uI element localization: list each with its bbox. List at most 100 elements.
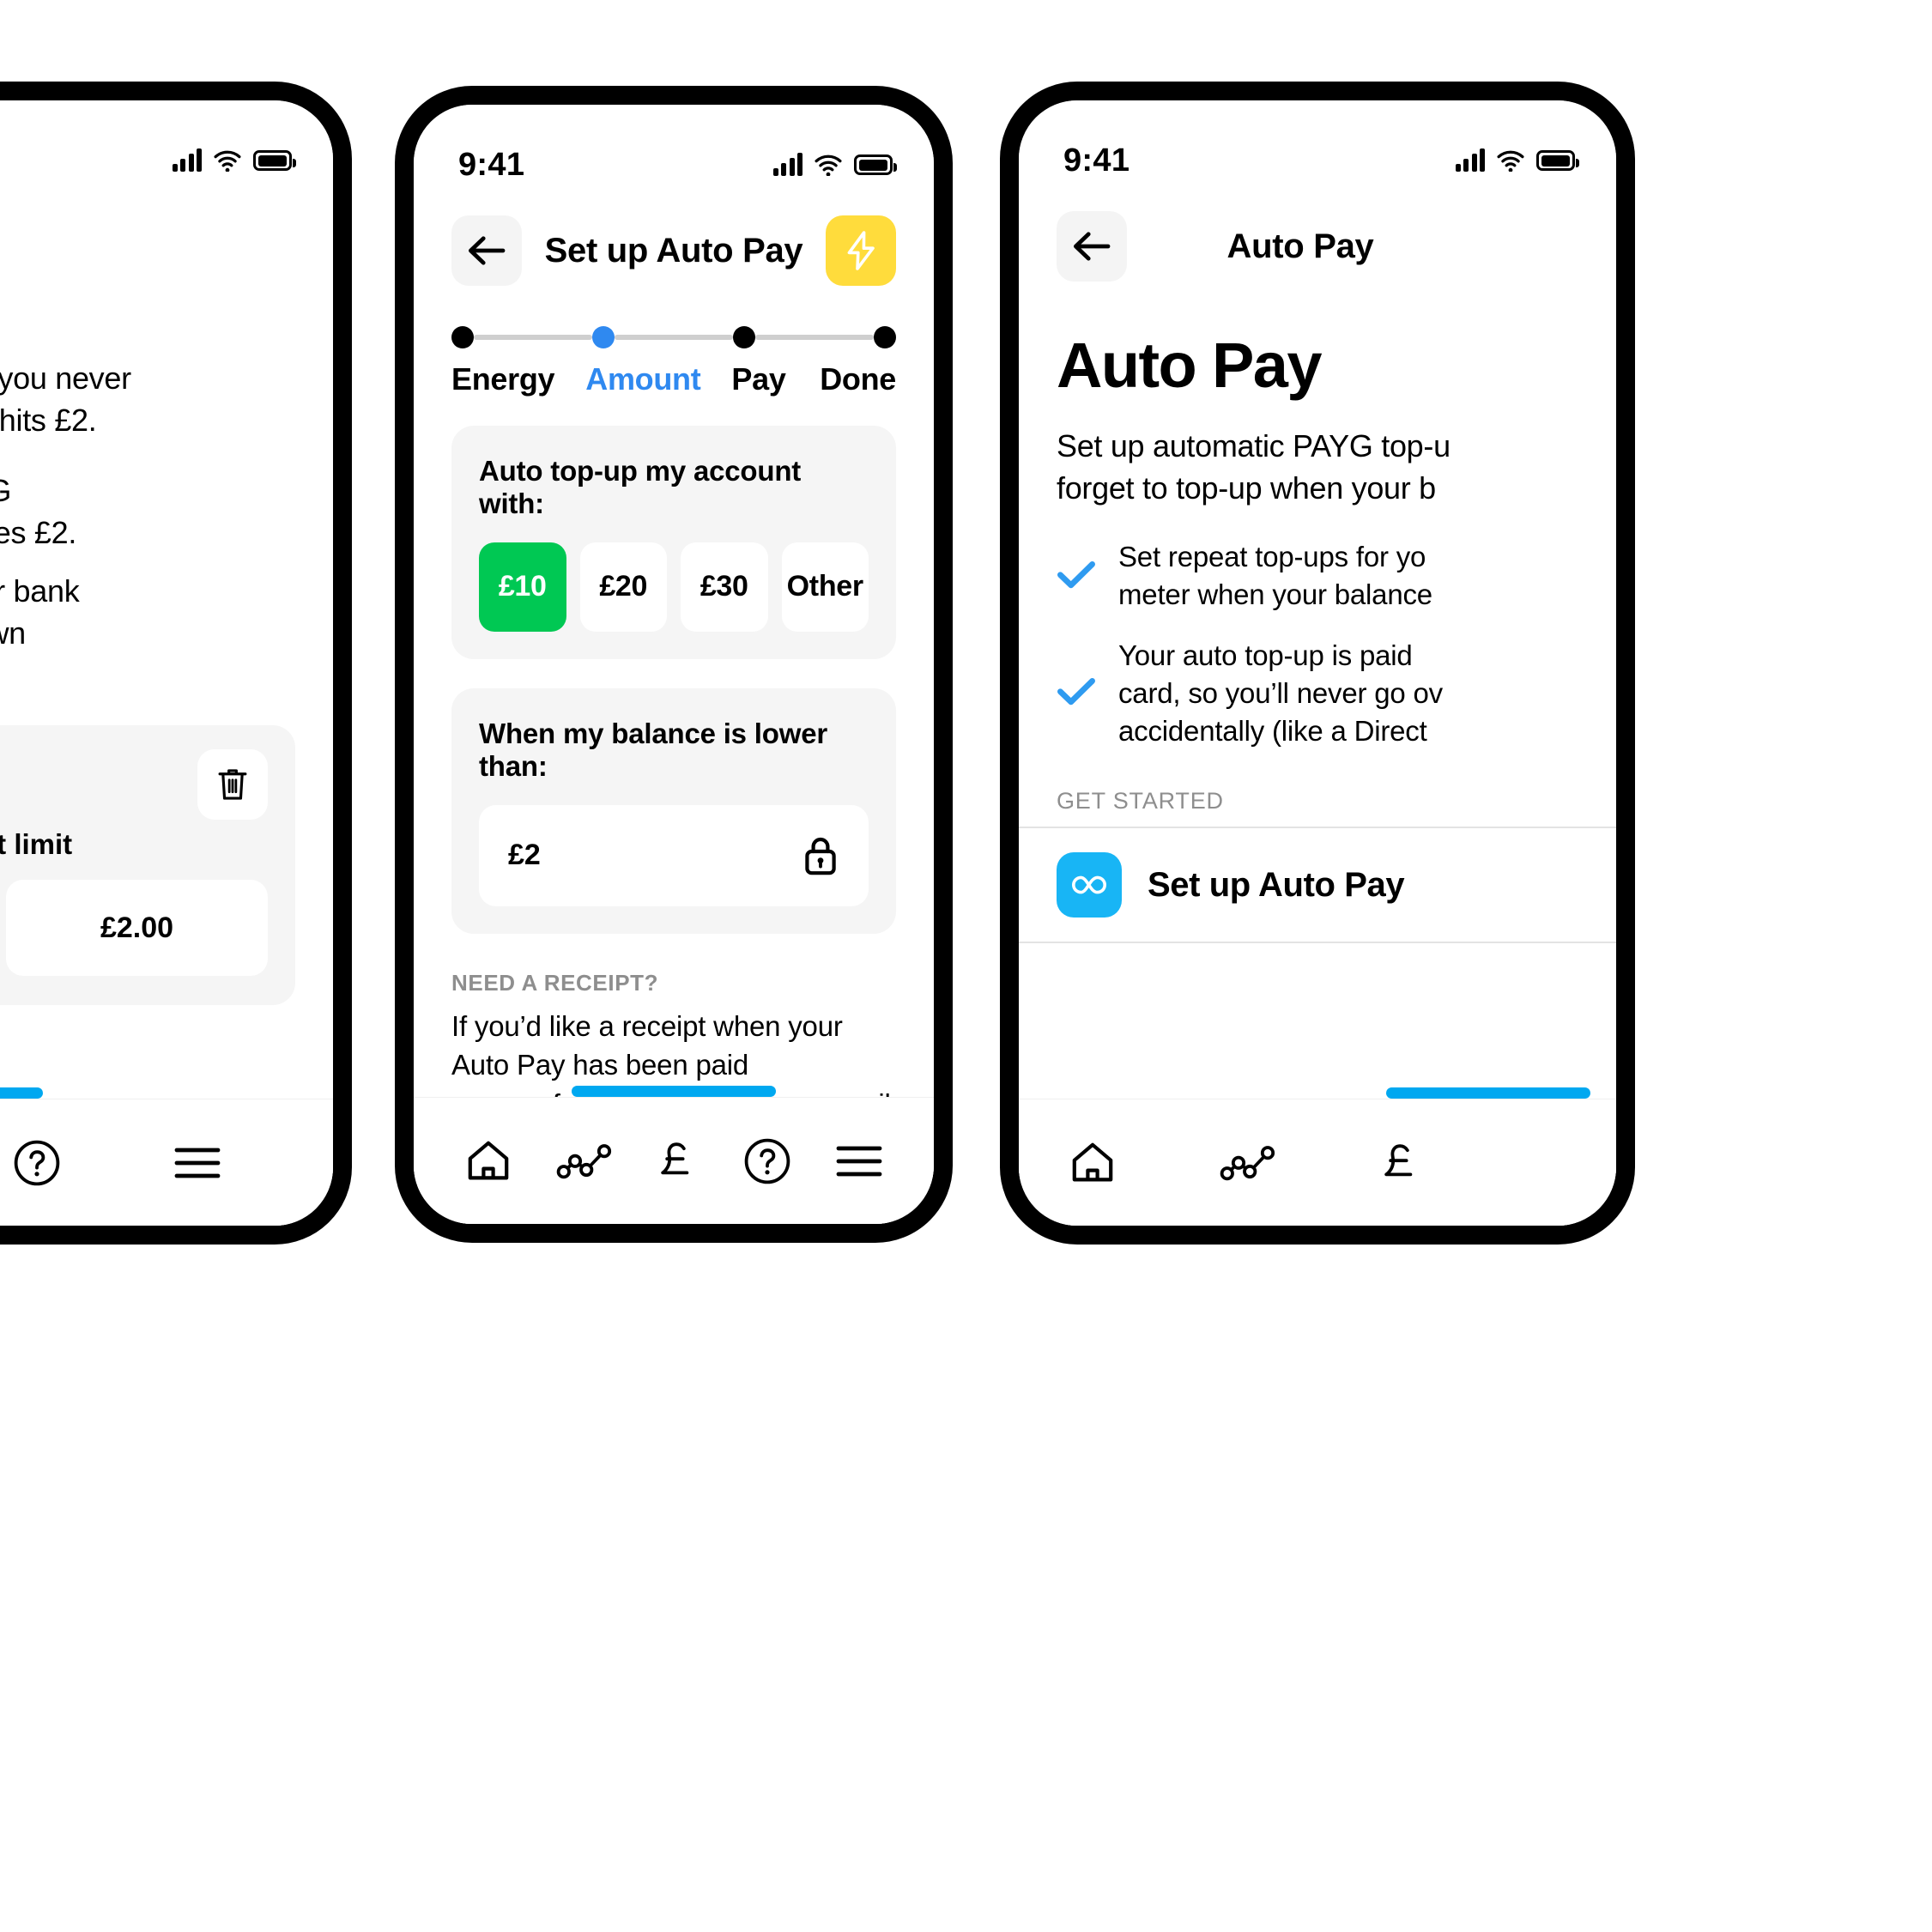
- left-intro-line-1: c PAYG top-ups so you never: [0, 360, 131, 396]
- stepper-dot-energy[interactable]: [451, 326, 474, 348]
- nav-help-button[interactable]: [743, 1137, 791, 1185]
- stepper-dots: [451, 326, 896, 348]
- balance-threshold-value: £2: [508, 839, 541, 872]
- credit-limit-field-right[interactable]: £2.00: [6, 880, 268, 977]
- home-icon: [1072, 1142, 1113, 1181]
- nav-help-button[interactable]: [13, 1139, 61, 1187]
- credit-limit-fields: £2.00: [0, 880, 268, 977]
- signal-bars-icon: [1455, 148, 1485, 172]
- help-icon: [14, 1140, 60, 1185]
- stepper-labels: Energy Amount Pay Done: [451, 362, 896, 397]
- status-bar: [0, 100, 333, 195]
- back-button[interactable]: [451, 215, 522, 286]
- nav-usage-button[interactable]: [1220, 1143, 1276, 1183]
- benefit-text-2: Your auto top-up is paid card, so you’ll…: [1118, 639, 1443, 748]
- left-bullet-2: -up is paid with your bank ll never go o…: [0, 573, 80, 692]
- app-bar: Auto Pay: [1019, 195, 1616, 298]
- status-icons: [772, 153, 897, 176]
- stepper-line-3: [755, 335, 874, 340]
- phone-center-screen: 9:41 Set up Auto Pay Energy Amount Pay D…: [414, 105, 934, 1224]
- lightning-bolt-icon: [847, 231, 875, 270]
- credit-limit-card: Credit limit £2.00: [0, 725, 295, 1006]
- nav-home-button[interactable]: [464, 1137, 512, 1185]
- status-time: 9:41: [458, 146, 525, 183]
- balance-threshold-title: When my balance is lower than:: [479, 717, 827, 782]
- pound-icon: [661, 1142, 689, 1174]
- benefits-list: Set repeat top-ups for yo meter when you…: [1019, 509, 1616, 750]
- progress-stepper: Energy Amount Pay Done: [414, 302, 934, 397]
- check-icon: [1057, 675, 1096, 711]
- stepper-dot-done[interactable]: [874, 326, 896, 348]
- phone-center: 9:41 Set up Auto Pay Energy Amount Pay D…: [395, 86, 953, 1243]
- status-time: 9:41: [1063, 142, 1130, 179]
- menu-icon: [836, 1146, 882, 1176]
- back-arrow-icon: [469, 236, 506, 265]
- nav-pound-button[interactable]: [1379, 1139, 1424, 1187]
- setup-auto-pay-label: Set up Auto Pay: [1148, 865, 1405, 904]
- trash-icon: [218, 769, 247, 800]
- phone-left: Auto Pay c PAYG top-ups so you never whe…: [0, 82, 352, 1245]
- balance-threshold-field[interactable]: £2: [479, 804, 869, 906]
- stepper-dot-pay[interactable]: [733, 326, 755, 348]
- left-intro-line-2: when your balance hits £2.: [0, 402, 97, 438]
- phone-right: 9:41 Auto Pay Auto Pay Set up automatic …: [1000, 82, 1635, 1245]
- amount-option-30[interactable]: £30: [681, 542, 768, 632]
- pound-icon: [1384, 1143, 1413, 1176]
- nav-menu-button[interactable]: [173, 1145, 221, 1181]
- stepper-label-done: Done: [820, 361, 896, 397]
- home-icon: [468, 1141, 509, 1179]
- wifi-icon: [1497, 150, 1524, 172]
- auto-pay-intro: Set up automatic PAYG top-u forget to to…: [1057, 428, 1451, 506]
- usage-graph-icon: [556, 1143, 611, 1178]
- credit-limit-label: Credit limit: [0, 828, 73, 861]
- check-icon: [1057, 559, 1096, 594]
- nav-usage-button[interactable]: [556, 1142, 613, 1181]
- bottom-nav: [1019, 1099, 1616, 1226]
- phone-right-screen: 9:41 Auto Pay Auto Pay Set up automatic …: [1019, 100, 1616, 1226]
- stepper-line-2: [615, 335, 733, 340]
- menu-icon: [174, 1148, 221, 1178]
- stepper-label-pay: Pay: [731, 361, 786, 397]
- balance-threshold-card: When my balance is lower than: £2: [451, 687, 896, 934]
- bottom-nav: [414, 1097, 934, 1224]
- amount-option-20[interactable]: £20: [579, 542, 667, 632]
- receipt-eyebrow: NEED A RECEIPT?: [451, 969, 659, 996]
- battery-icon: [1536, 150, 1579, 171]
- lock-icon: [805, 837, 836, 875]
- home-indicator: [572, 1086, 776, 1097]
- delete-button[interactable]: [197, 749, 268, 821]
- topup-amount-options: £10 £20 £30 Other: [479, 542, 869, 632]
- auto-pay-heading: Auto Pay: [1057, 330, 1323, 401]
- status-bar: 9:41: [414, 105, 934, 199]
- topup-amount-title: Auto top-up my account with:: [479, 454, 802, 519]
- back-button[interactable]: [1057, 211, 1127, 282]
- nav-menu-button[interactable]: [835, 1143, 883, 1179]
- credit-limit-card-header: [0, 749, 268, 821]
- help-icon: [745, 1138, 790, 1184]
- benefit-text-1: Set repeat top-ups for yo meter when you…: [1118, 541, 1432, 611]
- stepper-label-energy: Energy: [451, 361, 555, 397]
- usage-graph-icon: [1220, 1145, 1275, 1180]
- amount-option-10[interactable]: £10: [479, 542, 566, 632]
- get-started-heading: GET STARTED: [1057, 788, 1224, 815]
- left-bullet-1: p-ups for your PAYG your balance reaches…: [0, 473, 77, 550]
- nav-home-button[interactable]: [1069, 1139, 1117, 1187]
- nav-pound-button[interactable]: [656, 1137, 700, 1185]
- divider-bottom: [1019, 942, 1616, 944]
- home-indicator: [1386, 1087, 1590, 1099]
- stepper-line-1: [474, 335, 592, 340]
- app-bar: Set up Auto Pay: [414, 199, 934, 302]
- app-bar: Auto Pay: [0, 195, 333, 298]
- boost-button[interactable]: [826, 215, 896, 286]
- status-icons: [1455, 148, 1579, 172]
- topup-amount-card: Auto top-up my account with: £10 £20 £30…: [451, 425, 896, 659]
- status-bar: 9:41: [1019, 100, 1616, 195]
- wifi-icon: [815, 154, 842, 176]
- wifi-icon: [214, 150, 241, 172]
- bottom-nav: [0, 1099, 333, 1226]
- status-icons: [172, 148, 296, 172]
- stepper-label-amount: Amount: [585, 361, 701, 397]
- amount-option-other[interactable]: Other: [781, 542, 869, 632]
- stepper-dot-amount[interactable]: [592, 326, 615, 348]
- setup-auto-pay-row[interactable]: Set up Auto Pay: [1019, 828, 1616, 942]
